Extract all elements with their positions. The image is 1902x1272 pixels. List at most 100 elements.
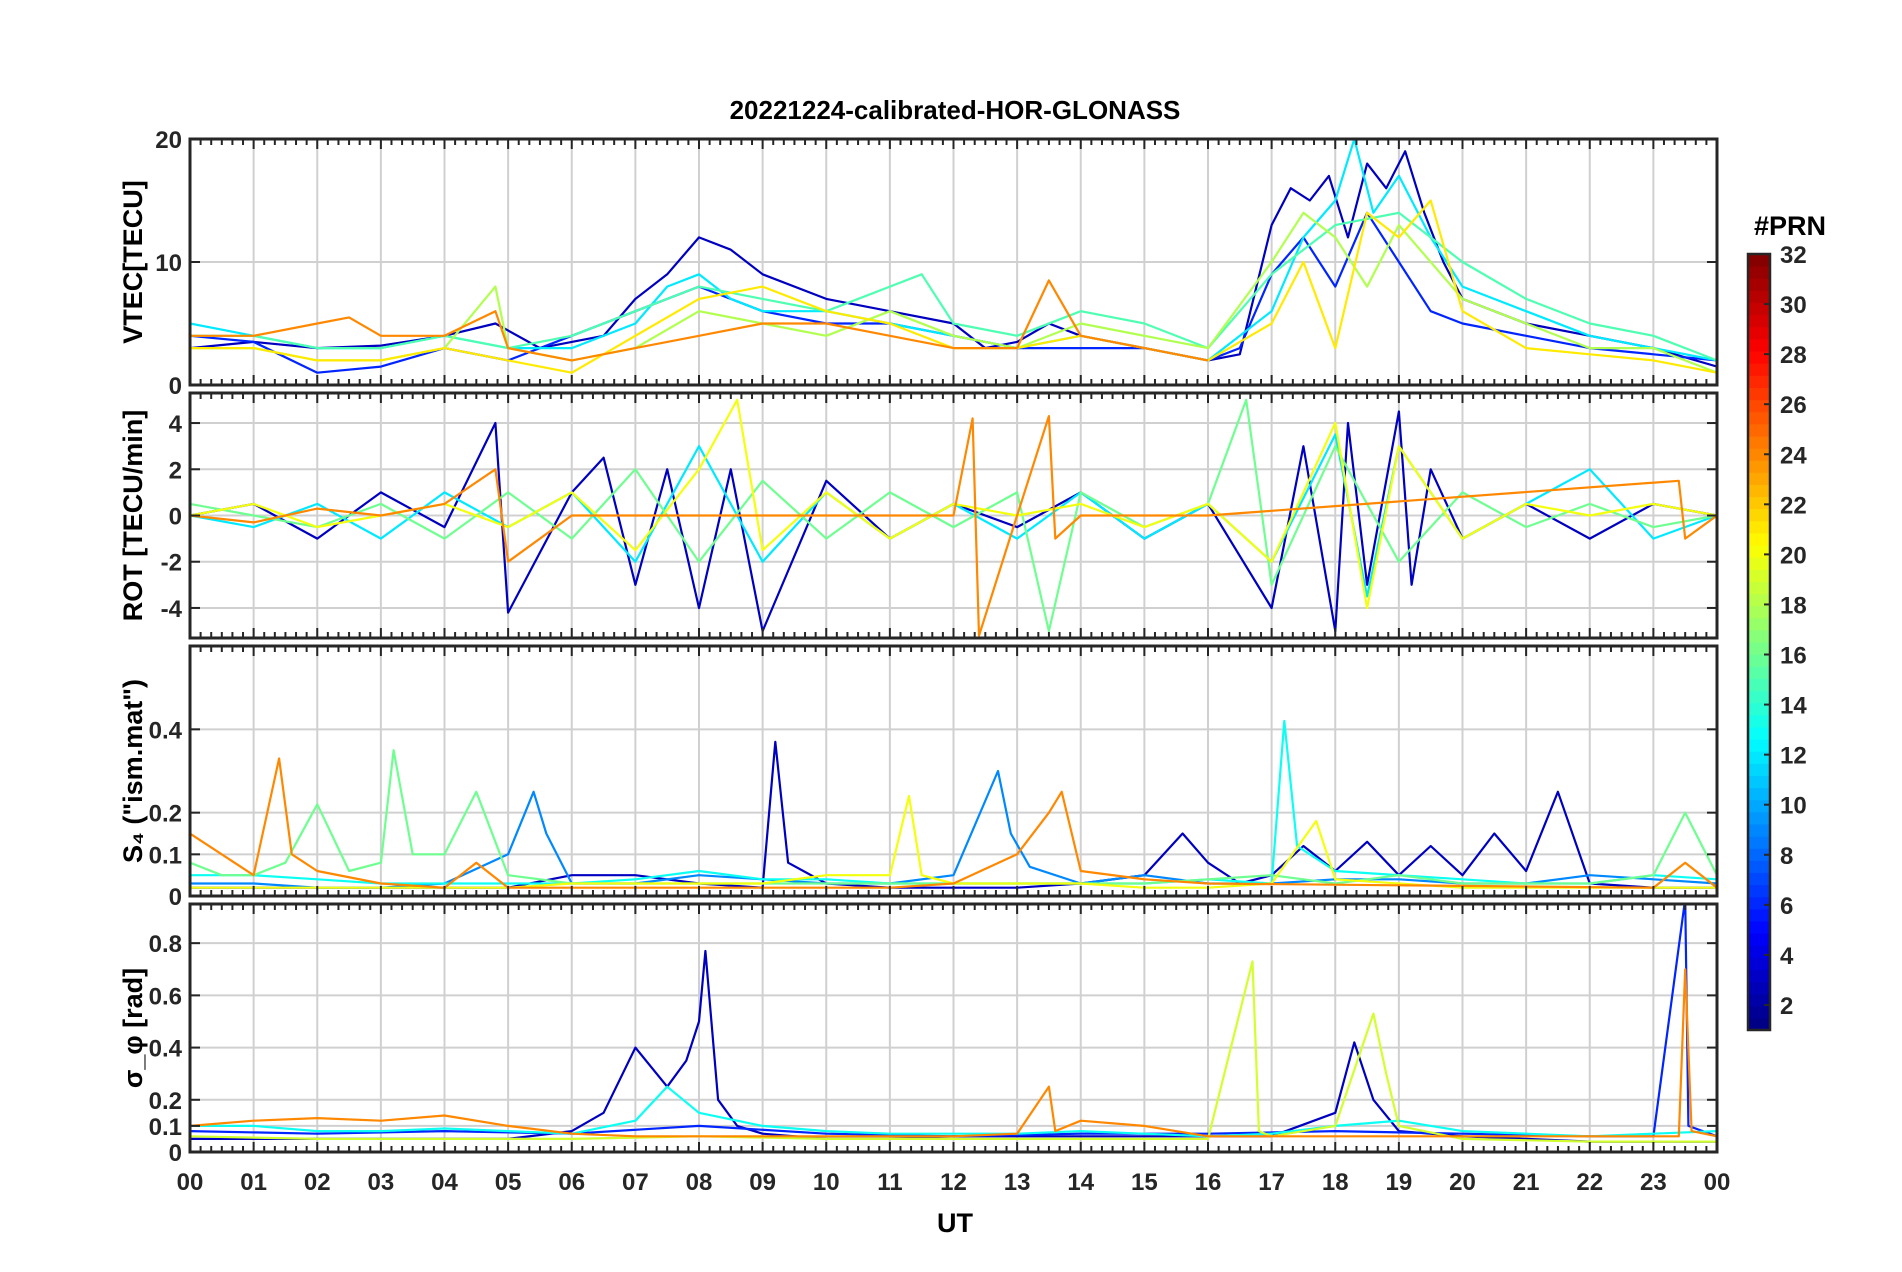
colorbar-tick-label: 14 (1780, 693, 1807, 720)
colorbar-segment (1748, 314, 1770, 328)
colorbar-segment (1748, 642, 1770, 655)
y-tick-label: -4 (161, 596, 183, 623)
colorbar: #PRN2468101214161820222426283032 (1746, 211, 1826, 1032)
colorbar-segment (1748, 326, 1770, 340)
chart-title: 20221224-calibrated-HOR-GLONASS (730, 95, 1181, 125)
colorbar-segment (1748, 375, 1770, 388)
x-tick-label: 19 (1386, 1169, 1413, 1196)
colorbar-tick-label: 24 (1780, 442, 1807, 469)
colorbar-tick-label: 18 (1780, 592, 1807, 619)
colorbar-segment (1748, 435, 1770, 449)
colorbar-segment (1748, 629, 1770, 643)
colorbar-segment (1748, 484, 1770, 498)
colorbar-segment (1748, 678, 1770, 692)
colorbar-segment (1748, 1005, 1770, 1019)
colorbar-segment (1748, 811, 1770, 825)
colorbar-tick-label: 32 (1780, 242, 1807, 269)
y-tick-label: 0.1 (149, 842, 182, 869)
colorbar-segment (1748, 945, 1770, 958)
x-tick-label: 15 (1131, 1169, 1158, 1196)
colorbar-segment (1748, 763, 1770, 776)
x-tick-label: 12 (940, 1169, 967, 1196)
colorbar-segment (1748, 617, 1770, 631)
y-tick-label: 0.6 (149, 983, 182, 1010)
y-tick-label: 0.4 (149, 1036, 183, 1063)
colorbar-segment (1748, 775, 1770, 789)
y-tick-label: 10 (155, 250, 182, 277)
y-tick-label: 4 (169, 411, 183, 438)
colorbar-segment (1748, 532, 1770, 546)
y-tick-label: 2 (169, 457, 182, 484)
figure: 20221224-calibrated-HOR-GLONASS 01020VTE… (118, 95, 1826, 1238)
colorbar-segment (1748, 981, 1770, 995)
panel-vtec: 0 10 20 VTEC[TECU] (118, 127, 1719, 400)
colorbar-tick-label: 4 (1780, 943, 1794, 970)
y-tick-label: 0 (169, 504, 182, 531)
colorbar-segment (1748, 581, 1770, 595)
x-tick-label: 22 (1576, 1169, 1603, 1196)
x-tick-label: 18 (1322, 1169, 1349, 1196)
colorbar-segment (1748, 351, 1770, 364)
colorbar-segment (1748, 666, 1770, 679)
colorbar-segment (1748, 338, 1770, 352)
colorbar-segment (1748, 654, 1770, 667)
colorbar-tick-label: 6 (1780, 893, 1793, 920)
colorbar-segment (1748, 460, 1770, 473)
colorbar-segment (1748, 254, 1770, 267)
x-tick-label: 00 (1704, 1169, 1731, 1196)
panel-rot: -4 -2 0 2 4 ROT [TECU/min] (118, 391, 1719, 640)
colorbar-tick-label: 10 (1780, 793, 1807, 820)
colorbar-segment (1748, 472, 1770, 485)
y-tick-label: 0.4 (149, 717, 183, 744)
colorbar-segment (1748, 520, 1770, 534)
y-tick-label: 20 (155, 127, 182, 154)
x-tick-label: 16 (1195, 1169, 1222, 1196)
x-tick-label: 21 (1513, 1169, 1540, 1196)
y-tick-label: 0 (169, 373, 182, 400)
y-tick-label: 0.8 (149, 931, 182, 958)
colorbar-segment (1748, 739, 1770, 752)
colorbar-segment (1748, 557, 1770, 570)
colorbar-segment (1748, 920, 1770, 934)
colorbar-segment (1748, 933, 1770, 946)
x-tick-label: 03 (368, 1169, 395, 1196)
colorbar-segment (1748, 860, 1770, 873)
colorbar-segment (1748, 751, 1770, 764)
panel-sigma: 00.10.2 0.4 0.6 0.8σ_φ [rad] (118, 902, 1719, 1167)
x-tick-label: 23 (1640, 1169, 1667, 1196)
colorbar-tick-label: 22 (1780, 492, 1807, 519)
colorbar-segment (1748, 363, 1770, 376)
colorbar-tick-label: 28 (1780, 342, 1807, 369)
x-tick-label: 01 (240, 1169, 267, 1196)
y-tick-label: -2 (161, 550, 182, 577)
colorbar-segment (1748, 508, 1770, 522)
colorbar-tick-label: 8 (1780, 843, 1793, 870)
x-tick-label: 04 (431, 1169, 458, 1196)
colorbar-segment (1748, 896, 1770, 910)
colorbar-tick-label: 16 (1780, 643, 1807, 670)
colorbar-segment (1748, 690, 1770, 704)
x-tick-label: 10 (813, 1169, 840, 1196)
x-tick-label: 08 (686, 1169, 713, 1196)
x-tick-label: 06 (558, 1169, 585, 1196)
x-tick-label: 07 (622, 1169, 649, 1196)
y-tick-label: 0 (169, 1140, 182, 1167)
x-tick-label: 13 (1004, 1169, 1031, 1196)
x-tick-label: 00 (177, 1169, 204, 1196)
colorbar-segment (1748, 714, 1770, 728)
colorbar-segment (1748, 266, 1770, 279)
colorbar-segment (1748, 969, 1770, 983)
x-tick-label: 14 (1067, 1169, 1094, 1196)
colorbar-segment (1748, 799, 1770, 813)
colorbar-segment (1748, 399, 1770, 413)
colorbar-title: #PRN (1754, 211, 1826, 241)
panels: 01020VTEC[TECU]-4-2024ROT [TECU/min]00.1… (118, 127, 1719, 1167)
y-tick-label: 0 (169, 884, 182, 911)
y-tick-label: 0.2 (149, 1088, 182, 1115)
colorbar-segment (1748, 387, 1770, 401)
x-tick-label: 17 (1258, 1169, 1285, 1196)
colorbar-segment (1748, 787, 1770, 801)
colorbar-segment (1748, 908, 1770, 922)
x-tick-label: 09 (749, 1169, 776, 1196)
y-axis-label: VTEC[TECU] (118, 180, 148, 344)
